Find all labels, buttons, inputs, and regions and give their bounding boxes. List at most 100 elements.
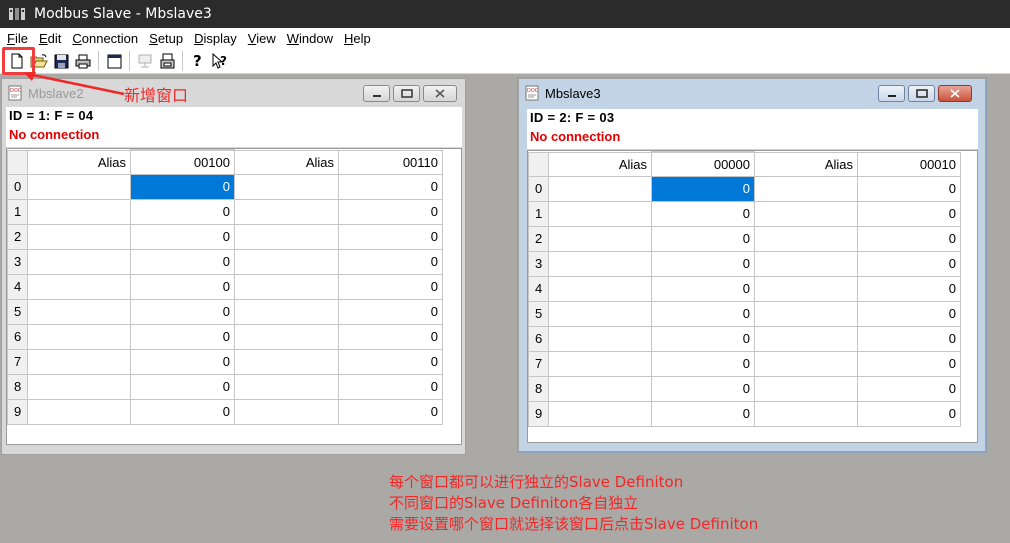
register-value-cell[interactable]: 0 (130, 348, 235, 375)
alias-cell[interactable] (548, 250, 652, 277)
register-value-cell[interactable]: 0 (857, 200, 961, 227)
alias-cell[interactable] (754, 275, 858, 302)
register-value-cell[interactable]: 0 (651, 250, 755, 277)
alias-cell[interactable] (754, 200, 858, 227)
register-value-cell[interactable]: 0 (857, 250, 961, 277)
row-header[interactable]: 8 (7, 373, 28, 400)
minimize-button[interactable] (363, 85, 390, 102)
alias-cell[interactable] (27, 173, 131, 200)
column-header-address[interactable]: 00010 (857, 151, 961, 177)
register-value-cell[interactable]: 0 (651, 300, 755, 327)
register-value-cell[interactable]: 0 (651, 400, 755, 427)
alias-cell[interactable] (27, 273, 131, 300)
register-value-cell[interactable]: 0 (857, 225, 961, 252)
alias-cell[interactable] (234, 323, 339, 350)
menu-edit[interactable]: Edit (34, 31, 67, 46)
row-header[interactable]: 5 (7, 298, 28, 325)
alias-cell[interactable] (234, 173, 339, 200)
register-value-cell[interactable]: 0 (338, 198, 443, 225)
alias-cell[interactable] (27, 248, 131, 275)
register-value-cell[interactable]: 0 (651, 350, 755, 377)
register-value-cell[interactable]: 0 (130, 198, 235, 225)
row-header[interactable]: 1 (528, 200, 549, 227)
register-value-cell[interactable]: 0 (651, 225, 755, 252)
row-header[interactable]: 8 (528, 375, 549, 402)
row-header[interactable]: 2 (528, 225, 549, 252)
register-value-cell[interactable]: 0 (857, 300, 961, 327)
column-header-alias[interactable]: Alias (234, 149, 339, 175)
register-value-cell[interactable]: 0 (338, 173, 443, 200)
alias-cell[interactable] (754, 250, 858, 277)
menu-help[interactable]: Help (339, 31, 377, 46)
register-value-cell[interactable]: 0 (857, 325, 961, 352)
alias-cell[interactable] (234, 198, 339, 225)
row-header[interactable]: 0 (7, 173, 28, 200)
register-value-cell[interactable]: 0 (338, 373, 443, 400)
alias-cell[interactable] (754, 225, 858, 252)
register-value-cell[interactable]: 0 (857, 350, 961, 377)
window-button[interactable] (103, 50, 125, 72)
register-value-cell[interactable]: 0 (130, 223, 235, 250)
register-value-cell[interactable]: 0 (857, 175, 961, 202)
register-value-cell[interactable]: 0 (130, 398, 235, 425)
alias-cell[interactable] (27, 348, 131, 375)
alias-cell[interactable] (234, 223, 339, 250)
row-header[interactable]: 4 (528, 275, 549, 302)
alias-cell[interactable] (27, 398, 131, 425)
column-header-address[interactable]: 00000 (651, 151, 755, 177)
minimize-button[interactable] (878, 85, 905, 102)
register-value-cell[interactable]: 0 (651, 375, 755, 402)
alias-cell[interactable] (754, 375, 858, 402)
row-header[interactable]: 3 (528, 250, 549, 277)
context-help-button[interactable]: ? (209, 50, 231, 72)
register-value-cell[interactable]: 0 (338, 223, 443, 250)
register-value-cell[interactable]: 0 (130, 273, 235, 300)
alias-cell[interactable] (548, 300, 652, 327)
row-header[interactable]: 3 (7, 248, 28, 275)
disconnect-button[interactable] (156, 50, 178, 72)
row-header[interactable]: 6 (7, 323, 28, 350)
register-value-cell[interactable]: 0 (130, 373, 235, 400)
column-header-alias[interactable]: Alias (27, 149, 131, 175)
alias-cell[interactable] (548, 325, 652, 352)
alias-cell[interactable] (27, 373, 131, 400)
register-value-cell[interactable]: 0 (130, 323, 235, 350)
print-button[interactable] (72, 50, 94, 72)
alias-cell[interactable] (27, 223, 131, 250)
row-header[interactable]: 9 (7, 398, 28, 425)
menu-window[interactable]: Window (282, 31, 339, 46)
register-value-cell[interactable]: 0 (857, 275, 961, 302)
register-value-cell[interactable]: 0 (857, 400, 961, 427)
column-header-alias[interactable]: Alias (548, 151, 652, 177)
alias-cell[interactable] (754, 300, 858, 327)
alias-cell[interactable] (548, 350, 652, 377)
menu-connection[interactable]: Connection (67, 31, 144, 46)
register-value-cell[interactable]: 0 (338, 298, 443, 325)
alias-cell[interactable] (234, 348, 339, 375)
alias-cell[interactable] (234, 373, 339, 400)
alias-cell[interactable] (548, 175, 652, 202)
register-value-cell[interactable]: 0 (651, 275, 755, 302)
close-button[interactable] (938, 85, 972, 102)
alias-cell[interactable] (548, 225, 652, 252)
save-button[interactable] (50, 50, 72, 72)
menu-setup[interactable]: Setup (144, 31, 189, 46)
row-header[interactable]: 1 (7, 198, 28, 225)
alias-cell[interactable] (548, 275, 652, 302)
alias-cell[interactable] (234, 398, 339, 425)
row-header[interactable]: 7 (7, 348, 28, 375)
close-button[interactable] (423, 85, 457, 102)
row-header[interactable]: 2 (7, 223, 28, 250)
child-window-mbslave2[interactable]: DOC Mbslave2 ID = 1: F = 04 No connectio… (1, 78, 466, 455)
alias-cell[interactable] (27, 198, 131, 225)
child-window-mbslave3[interactable]: DOC Mbslave3 ID = 2: F = 03 No connectio… (518, 78, 986, 452)
alias-cell[interactable] (27, 298, 131, 325)
register-value-cell[interactable]: 0 (338, 398, 443, 425)
register-value-cell[interactable]: 0 (338, 248, 443, 275)
register-value-cell[interactable]: 0 (857, 375, 961, 402)
menu-display[interactable]: Display (189, 31, 243, 46)
register-value-cell[interactable]: 0 (651, 325, 755, 352)
alias-cell[interactable] (754, 325, 858, 352)
row-header[interactable]: 4 (7, 273, 28, 300)
register-value-cell[interactable]: 0 (338, 273, 443, 300)
